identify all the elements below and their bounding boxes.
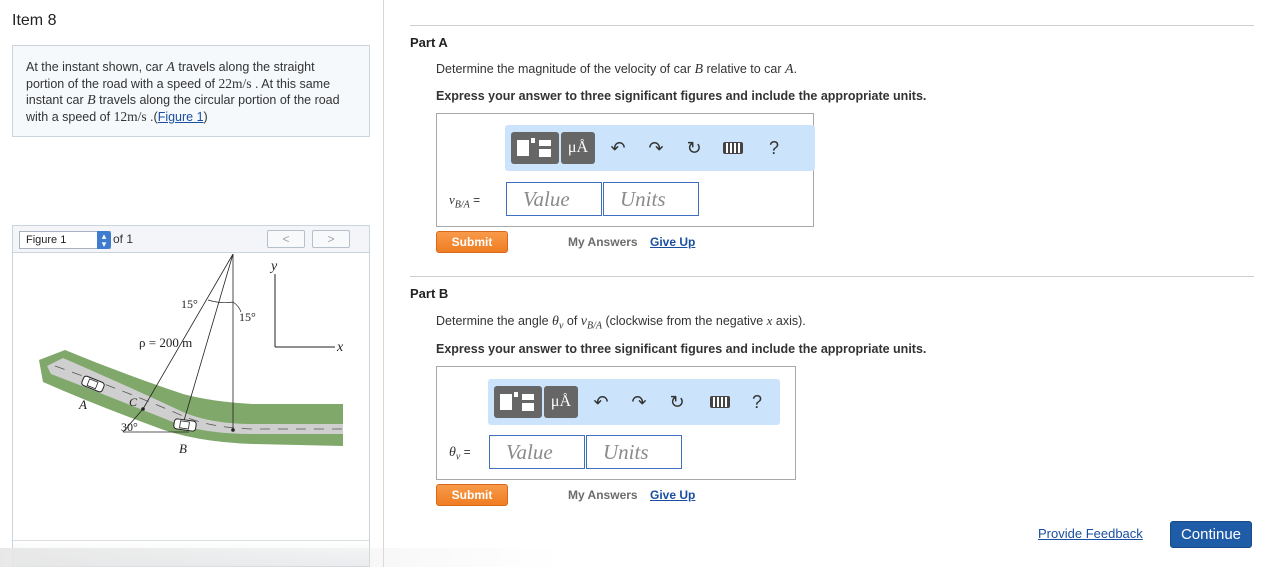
prompt-text: of <box>563 314 581 328</box>
templates-icon[interactable] <box>494 386 542 418</box>
problem-text: .( <box>146 110 158 124</box>
redo-icon[interactable]: ↷ <box>626 388 652 416</box>
var-equals: = <box>460 445 471 459</box>
car-a-label: A <box>78 397 87 412</box>
part-a-answer-box: μÅ ↶ ↷ ↻ ? vB/A = <box>436 113 815 227</box>
units-button[interactable]: μÅ <box>544 386 578 418</box>
figure-count: of 1 <box>113 232 134 246</box>
problem-text: At the instant shown, car <box>26 60 167 74</box>
figure-toolbar: Figure 1 ▴ ▾ of 1 < > <box>13 226 369 253</box>
figure-next-button[interactable]: > <box>312 230 350 248</box>
var-symbol: θ <box>449 445 456 460</box>
part-a-title: Part A <box>410 35 448 50</box>
prompt-text: . <box>793 62 798 76</box>
part-divider <box>410 25 1254 26</box>
y-axis-label: y <box>269 259 278 274</box>
radius-line <box>142 254 234 410</box>
prompt-text: relative to car <box>703 62 786 76</box>
part-divider <box>410 276 1254 277</box>
figure-panel: Figure 1 ▴ ▾ of 1 < > y x 15° 15° ρ = 20… <box>12 225 370 567</box>
chevron-left-icon: < <box>282 232 290 246</box>
undo-icon[interactable]: ↶ <box>605 134 631 162</box>
reset-icon[interactable]: ↻ <box>681 134 707 162</box>
part-b-submit-button[interactable]: Submit <box>436 484 508 506</box>
point-c-dot <box>141 407 145 411</box>
part-b-value-input[interactable] <box>489 435 585 469</box>
road-point-dot <box>231 428 235 432</box>
speed-b-value: 12m/s <box>113 109 147 124</box>
figure-select[interactable]: Figure 1 ▴ ▾ <box>19 231 111 249</box>
part-a-my-answers[interactable]: My Answers <box>568 235 638 249</box>
part-b-prompt: Determine the angle θv of vB/A (clockwis… <box>436 313 806 332</box>
var-subscript: B/A <box>454 199 470 211</box>
x-axis-label: x <box>336 340 344 355</box>
car-b-symbol: B <box>87 93 96 108</box>
prompt-text: Determine the angle <box>436 314 553 328</box>
help-button[interactable]: ? <box>744 388 770 416</box>
bottom-shadow <box>0 548 560 567</box>
item-title: Item 8 <box>12 12 57 29</box>
problem-statement: At the instant shown, car A travels alon… <box>12 45 370 137</box>
part-a-submit-button[interactable]: Submit <box>436 231 508 253</box>
car-b-label: B <box>179 441 187 456</box>
part-a-give-up[interactable]: Give Up <box>650 235 695 249</box>
figure-select-value: Figure 1 <box>26 234 67 246</box>
provide-feedback-link[interactable]: Provide Feedback <box>1038 526 1143 541</box>
part-a-units-input[interactable] <box>603 182 699 216</box>
part-a-instruction: Express your answer to three significant… <box>436 89 927 103</box>
part-b-answer-box: μÅ ↶ ↷ ↻ ? θv = <box>436 366 796 480</box>
theta-symbol: θ <box>552 314 559 329</box>
part-a-prompt: Determine the magnitude of the velocity … <box>436 62 797 78</box>
figure-link[interactable]: Figure 1 <box>158 110 204 124</box>
var-equals: = <box>469 193 481 207</box>
left-pane: Item 8 At the instant shown, car A trave… <box>0 0 384 567</box>
part-b-title: Part B <box>410 286 449 301</box>
part-a-variable: vB/A = <box>449 192 480 210</box>
reset-icon[interactable]: ↻ <box>664 388 690 416</box>
math-toolbar: μÅ ↶ ↷ ↻ ? <box>505 125 815 171</box>
car-a-symbol: A <box>166 60 175 75</box>
point-c-label: C <box>129 395 138 409</box>
prompt-text: (clockwise from the negative <box>601 314 767 328</box>
undo-icon[interactable]: ↶ <box>588 388 614 416</box>
units-button[interactable]: μÅ <box>561 132 595 164</box>
angle-bottom-label: 30° <box>121 420 138 434</box>
radius-label: ρ = 200 m <box>139 335 192 350</box>
prompt-text: axis). <box>772 314 806 328</box>
templates-icon[interactable] <box>511 132 559 164</box>
continue-button[interactable]: Continue <box>1170 521 1252 548</box>
angle-left-label: 15° <box>181 297 198 311</box>
help-button[interactable]: ? <box>761 134 787 162</box>
car-b-symbol: B <box>694 62 704 77</box>
keyboard-icon[interactable] <box>723 142 743 154</box>
redo-icon[interactable]: ↷ <box>643 134 669 162</box>
chevron-right-icon: > <box>327 232 335 246</box>
speed-a-value: 22m/s <box>218 76 252 91</box>
figure-image: y x 15° 15° ρ = 200 m A B C 30° <box>39 254 344 456</box>
v-subscript: B/A <box>586 320 602 332</box>
figure-prev-button[interactable]: < <box>267 230 305 248</box>
problem-text: ) <box>203 110 208 124</box>
keyboard-icon[interactable] <box>710 396 730 408</box>
part-b-my-answers[interactable]: My Answers <box>568 488 638 502</box>
part-b-units-input[interactable] <box>586 435 682 469</box>
part-b-variable: θv = <box>449 445 471 462</box>
part-a-value-input[interactable] <box>506 182 602 216</box>
math-toolbar: μÅ ↶ ↷ ↻ ? <box>488 379 780 425</box>
angle-right-label: 15° <box>239 310 256 324</box>
angle-arc <box>207 299 234 304</box>
right-pane: Part A Determine the magnitude of the ve… <box>384 0 1278 567</box>
part-b-instruction: Express your answer to three significant… <box>436 342 927 356</box>
prompt-text: Determine the magnitude of the velocity … <box>436 62 695 76</box>
car-a-symbol: A <box>785 62 794 77</box>
part-b-give-up[interactable]: Give Up <box>650 488 695 502</box>
select-arrows-icon: ▴ ▾ <box>97 231 111 249</box>
